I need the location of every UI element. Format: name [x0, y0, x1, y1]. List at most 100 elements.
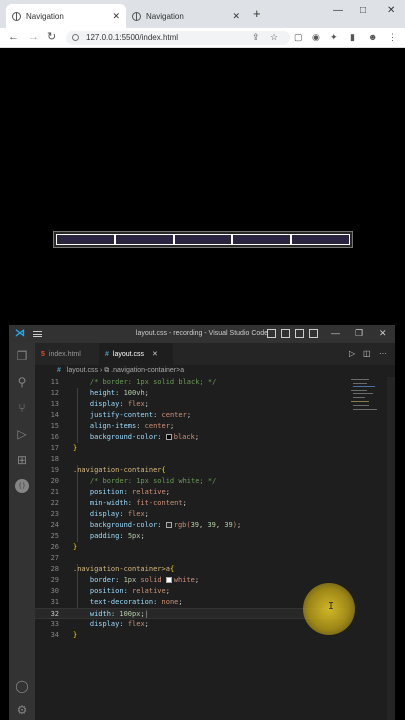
minimap-line: [353, 386, 375, 387]
globe-icon: [132, 11, 141, 21]
split-editor-icon[interactable]: ◫: [363, 349, 371, 358]
minimap-line: [353, 383, 367, 384]
settings-gear-icon[interactable]: ⚙: [15, 703, 29, 717]
minimap-line: [351, 401, 369, 402]
line-number: 29: [50, 576, 59, 584]
nav-link[interactable]: [173, 234, 233, 245]
browser-tab-1[interactable]: Navigation ✕: [6, 4, 126, 28]
code-line: 12 height: 100vh;: [35, 388, 345, 399]
line-number: 23: [50, 510, 59, 518]
code-text: position: relative;: [89, 587, 170, 595]
code-line: 20 /* border: 1px solid white; */: [35, 476, 345, 487]
code-text: position: relative;: [89, 488, 170, 496]
breadcrumb-symbol[interactable]: .navigation-container>a: [111, 367, 184, 374]
code-text: .navigation-container>a{: [73, 565, 175, 573]
run-debug-icon[interactable]: ▷: [15, 427, 29, 441]
code-text: border: 1px solid white;: [89, 576, 200, 584]
close-tab-icon[interactable]: ✕: [112, 11, 120, 22]
line-number: 20: [50, 477, 59, 485]
source-control-icon[interactable]: ⑂: [15, 401, 29, 415]
code-text: /* border: 1px solid white; */: [73, 477, 217, 485]
line-number: 21: [50, 488, 59, 496]
new-tab-button[interactable]: +: [253, 7, 261, 20]
account-icon[interactable]: ◯: [15, 679, 29, 693]
line-number: 24: [50, 521, 59, 529]
nav-link[interactable]: [56, 234, 115, 245]
line-number: 30: [50, 587, 59, 595]
back-icon[interactable]: ←: [8, 31, 19, 43]
tab-index-html[interactable]: 5 index.html: [35, 343, 99, 365]
maximize-button[interactable]: □: [360, 5, 366, 16]
line-number: 17: [50, 444, 59, 452]
toggle-sidebar-icon[interactable]: [267, 329, 276, 338]
tab-layout-css[interactable]: # layout.css ✕: [99, 343, 173, 365]
line-number: 12: [50, 389, 59, 397]
run-icon[interactable]: ▷: [349, 349, 355, 358]
nav-link[interactable]: [114, 234, 174, 245]
code-text: justify-content: center;: [89, 411, 192, 419]
forward-icon[interactable]: →: [28, 31, 39, 43]
color-swatch[interactable]: [165, 577, 172, 583]
code-line: 24 background-color: rgb(39, 39, 39);: [35, 520, 345, 531]
profile-avatar-icon[interactable]: ☻: [368, 32, 377, 43]
maximize-button[interactable]: ❐: [355, 328, 363, 339]
nav-link[interactable]: [232, 234, 292, 245]
json-icon[interactable]: { }: [15, 479, 29, 493]
nav-link[interactable]: [291, 234, 350, 245]
code-line: 22 min-width: fit-content;: [35, 498, 345, 509]
info-icon[interactable]: [72, 34, 79, 41]
browser-tab-label: Navigation: [26, 11, 64, 21]
line-number: 11: [50, 378, 59, 386]
close-window-button[interactable]: ✕: [387, 5, 395, 16]
code-line: 21 position: relative;: [35, 487, 345, 498]
customize-layout-icon[interactable]: [309, 329, 318, 338]
line-number: 28: [50, 565, 59, 573]
breadcrumb: # layout.css › ⧉ .navigation-container>a: [35, 365, 395, 377]
close-window-button[interactable]: ✕: [379, 328, 387, 339]
code-text: min-width: fit-content;: [89, 499, 187, 507]
sidebar-icon[interactable]: ▮: [350, 32, 355, 43]
selector-icon: ⧉: [104, 367, 110, 374]
editor-scrollbar[interactable]: [387, 377, 395, 720]
line-number: 27: [50, 554, 59, 562]
menu-kebab-icon[interactable]: ⋮: [388, 32, 397, 43]
line-number: 31: [50, 598, 59, 606]
code-editor[interactable]: 11 /* border: 1px solid black; */ 12 hei…: [35, 377, 345, 720]
code-text: background-color: black;: [89, 433, 200, 441]
code-line: 28 .navigation-container>a{: [35, 564, 345, 575]
browser-tab-2[interactable]: Navigation ✕: [126, 4, 246, 28]
camera-icon[interactable]: ◉: [312, 32, 320, 43]
search-icon[interactable]: ⚲: [15, 375, 29, 389]
line-number: 33: [50, 620, 59, 628]
extensions-icon[interactable]: ⊞: [15, 453, 29, 467]
code-text: /* border: 1px solid black; */: [73, 378, 217, 386]
color-swatch[interactable]: [165, 434, 172, 440]
line-number: 19: [50, 466, 59, 474]
toggle-panel-icon[interactable]: [281, 329, 290, 338]
editor-tabs: 5 index.html # layout.css ✕ ▷ ◫ ···: [35, 343, 395, 365]
bookmark-star-icon[interactable]: ☆: [270, 32, 278, 43]
minimize-button[interactable]: —: [333, 5, 343, 16]
css-file-icon: #: [57, 367, 61, 374]
code-line: 27: [35, 553, 345, 564]
code-text: padding: 5px;: [89, 532, 145, 540]
puzzle-icon[interactable]: ✦: [330, 32, 338, 43]
minimize-button[interactable]: —: [331, 328, 340, 338]
share-icon[interactable]: ⇪: [252, 32, 260, 43]
code-text: display: flex;: [89, 510, 149, 518]
reload-icon[interactable]: ↻: [47, 31, 56, 43]
vscode-window: ⋊ layout.css - recording - Visual Studio…: [9, 325, 395, 720]
line-number: 22: [50, 499, 59, 507]
code-line: 18: [35, 454, 345, 465]
extension-icon[interactable]: ▢: [294, 32, 303, 43]
tab-label: index.html: [48, 350, 81, 358]
more-actions-icon[interactable]: ···: [379, 349, 387, 358]
minimap-line: [351, 390, 367, 391]
explorer-icon[interactable]: ❐: [15, 349, 29, 363]
close-tab-icon[interactable]: ✕: [232, 11, 240, 22]
close-tab-icon[interactable]: ✕: [152, 350, 158, 358]
color-swatch[interactable]: [165, 522, 172, 528]
line-number: 13: [50, 400, 59, 408]
breadcrumb-file[interactable]: layout.css: [67, 367, 98, 374]
toggle-secondary-sidebar-icon[interactable]: [295, 329, 304, 338]
